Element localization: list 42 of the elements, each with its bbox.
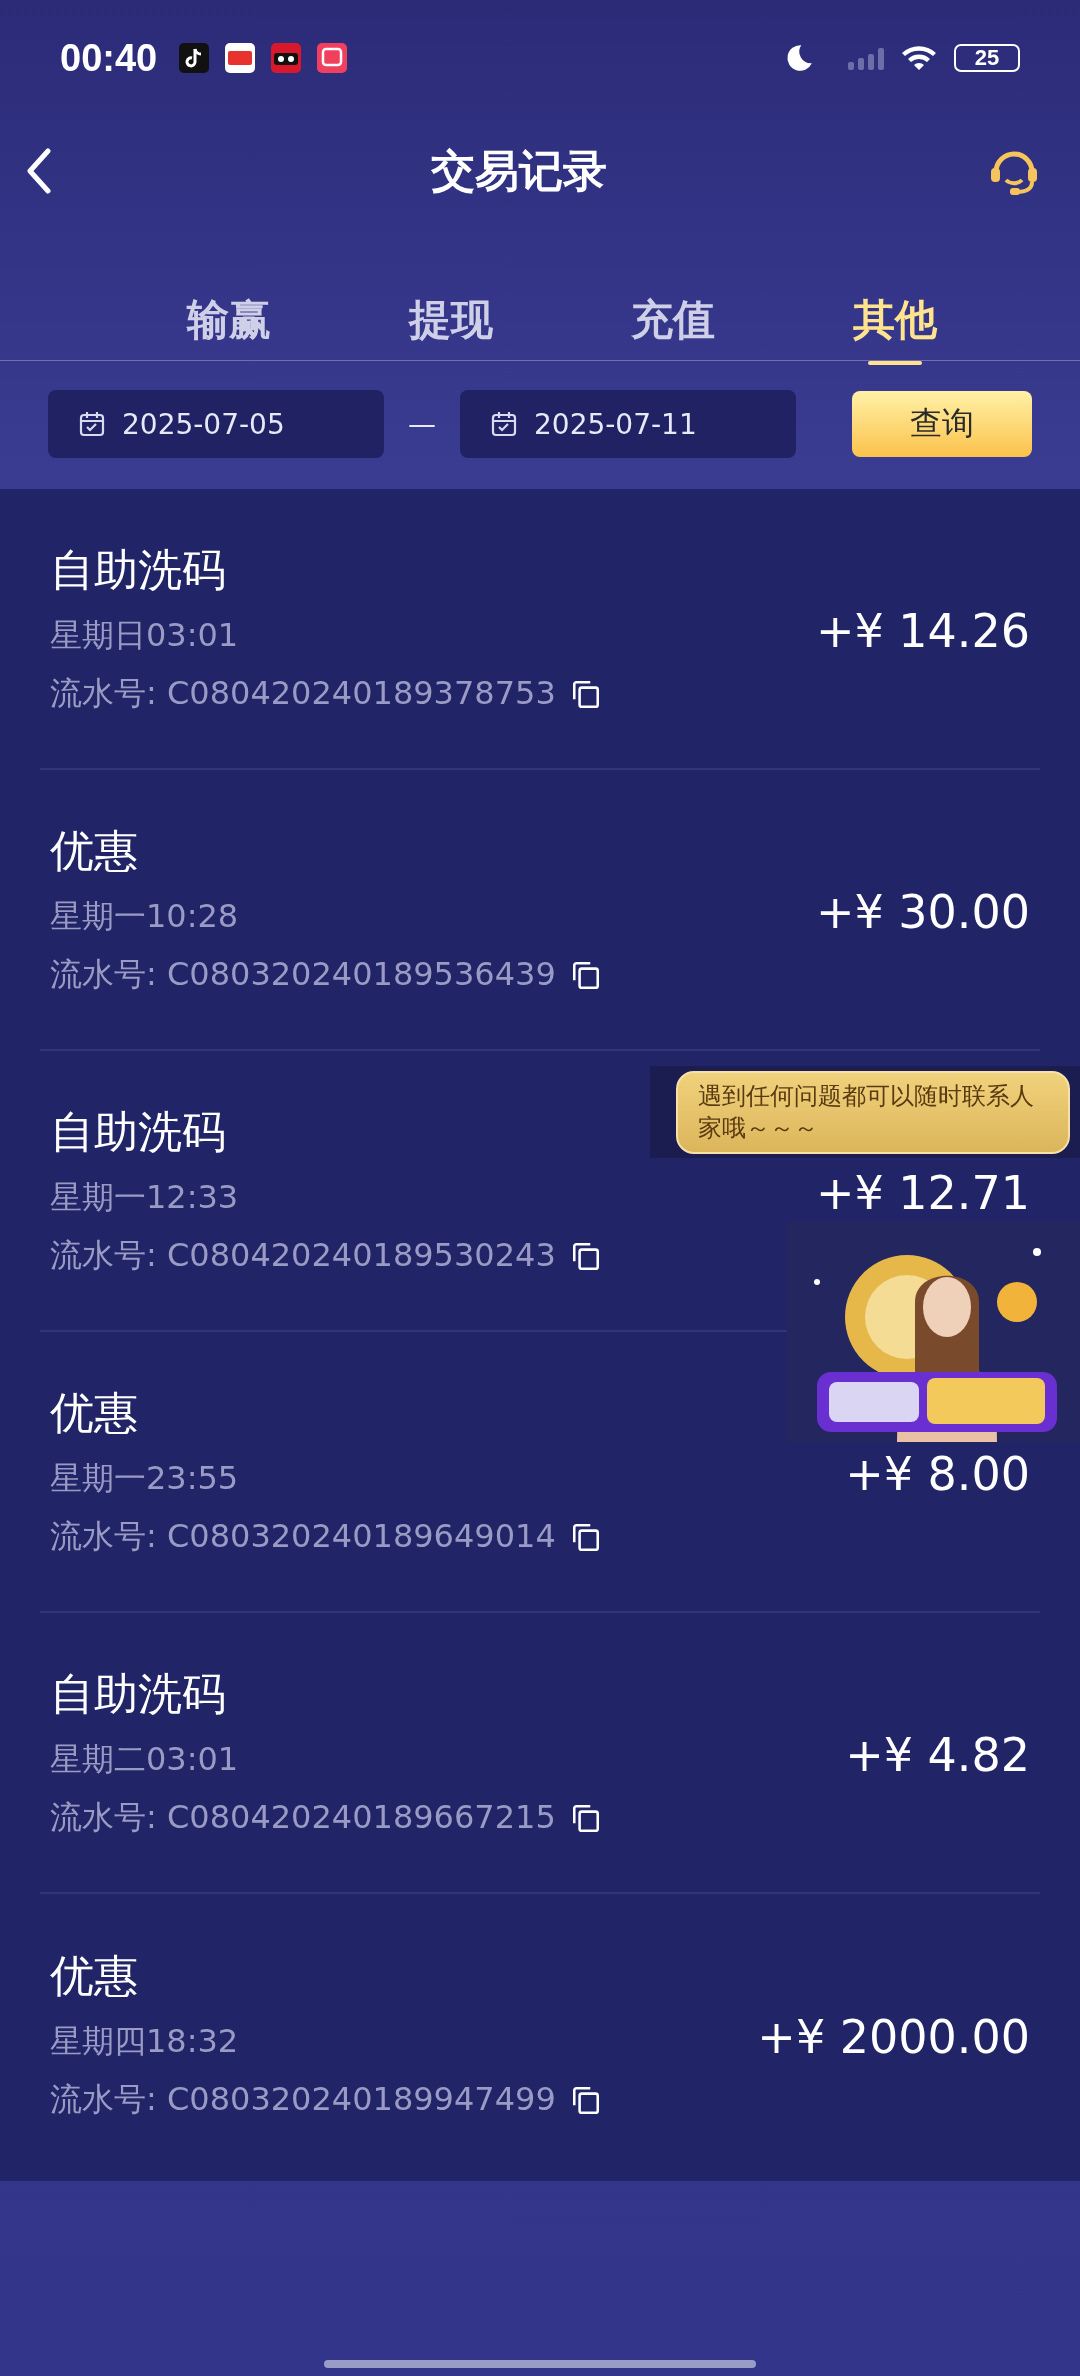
serial-number: 流水号: C080420240189378753: [50, 673, 556, 714]
battery-level: 25: [974, 45, 1000, 71]
record-title: 自助洗码: [50, 543, 227, 597]
record-time: 星期一12:33: [50, 1177, 240, 1218]
record-time: 星期二03:01: [50, 1739, 240, 1780]
record-amount: +¥ 30.00: [815, 883, 1030, 939]
serial-number: 流水号: C080320240189947499: [50, 2079, 556, 2120]
record-time: 星期四18:32: [50, 2021, 240, 2062]
back-icon[interactable]: [26, 148, 52, 194]
page-title: 交易记录: [431, 143, 607, 198]
note-app-icon: [179, 43, 210, 73]
signal-icon: [848, 46, 884, 70]
record-time: 星期一23:55: [50, 1458, 240, 1499]
serial-number: 流水号: C080320240189649014: [50, 1516, 556, 1557]
date-separator: —: [407, 407, 437, 441]
tooltip-bubble: 遇到任何问题都可以随时联系人家哦～～～: [676, 1071, 1070, 1154]
calendar-icon: [78, 410, 106, 438]
tab[interactable]: 充值: [562, 292, 784, 362]
serial-number: 流水号: C080420240189530243: [50, 1235, 556, 1276]
tab[interactable]: 其他: [784, 292, 1006, 362]
record-amount: +¥ 12.71: [815, 1164, 1030, 1220]
tab[interactable]: 输赢: [118, 292, 340, 362]
date-field[interactable]: 2025-07-05: [48, 390, 384, 458]
record-amount: +¥ 4.82: [845, 1726, 1030, 1782]
record-title: 优惠: [50, 824, 139, 878]
record-amount: +¥ 8.00: [845, 1445, 1030, 1501]
record-amount: +¥ 14.26: [815, 602, 1030, 658]
record-title: 自助洗码: [50, 1667, 227, 1721]
status-time: 00:40: [60, 36, 158, 80]
tab[interactable]: 提现: [340, 292, 562, 362]
record-title: 优惠: [50, 1949, 139, 2003]
wifi-icon: [900, 43, 938, 73]
record-time: 星期日03:01: [50, 615, 240, 656]
serial-number: 流水号: C080420240189667215: [50, 1797, 556, 1838]
query-button[interactable]: 查询: [852, 391, 1032, 457]
record-title: 自助洗码: [50, 1105, 227, 1159]
record-amount: +¥ 2000.00: [757, 2008, 1030, 2064]
record-title: 优惠: [50, 1386, 139, 1440]
date-field[interactable]: 2025-07-11: [460, 390, 796, 458]
record-time: 星期一10:28: [50, 896, 240, 937]
calendar-icon: [490, 410, 518, 438]
serial-number: 流水号: C080320240189536439: [50, 954, 556, 995]
